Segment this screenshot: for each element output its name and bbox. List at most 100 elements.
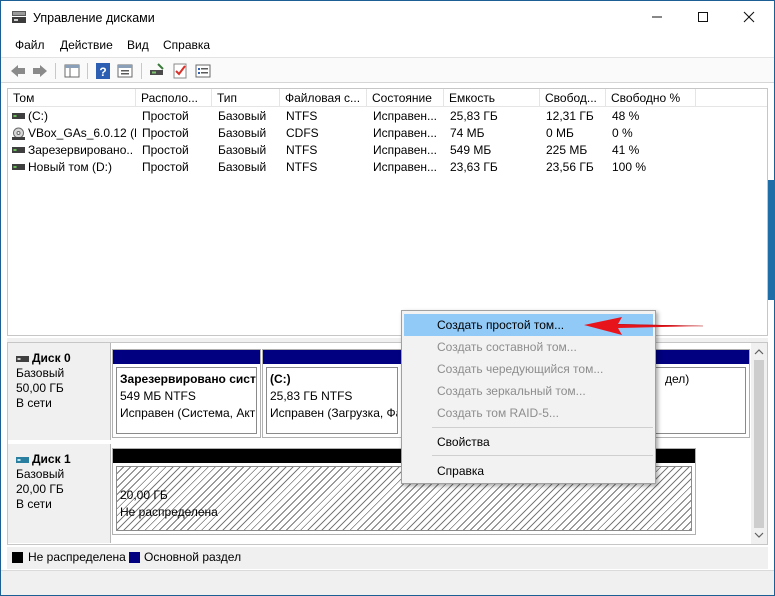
disk-1-type: Базовый bbox=[16, 467, 65, 481]
drive-icon bbox=[12, 164, 25, 170]
volume-capacity: 23,63 ГБ bbox=[450, 160, 498, 174]
disk-management-app-icon bbox=[12, 11, 26, 23]
volume-type: Базовый bbox=[218, 143, 267, 157]
disk-0-label[interactable]: Диск 0 Базовый 50,00 ГБ В сети bbox=[8, 343, 111, 440]
volume-capacity: 549 МБ bbox=[450, 143, 492, 157]
scrollbar-thumb[interactable] bbox=[754, 360, 764, 528]
volume-filesystem: CDFS bbox=[286, 126, 319, 140]
disk-0-name: Диск 0 bbox=[16, 351, 110, 366]
primary-partition-bar bbox=[263, 350, 401, 364]
column-header-status[interactable]: Состояние bbox=[367, 89, 444, 107]
status-bar bbox=[1, 570, 774, 595]
volume-free: 225 МБ bbox=[546, 143, 588, 157]
volume-row[interactable]: Зарезервировано... Простой Базовый NTFS … bbox=[8, 142, 767, 159]
volume-free-percent: 100 % bbox=[612, 160, 647, 174]
console-tree-icon[interactable] bbox=[63, 62, 81, 80]
annotation-arrow-icon bbox=[584, 317, 704, 335]
volume-capacity: 74 МБ bbox=[450, 126, 485, 140]
minimize-button[interactable] bbox=[634, 1, 680, 33]
volume-capacity: 25,83 ГБ bbox=[450, 109, 498, 123]
column-header-layout[interactable]: Располо... bbox=[136, 89, 212, 107]
volume-row[interactable]: (C:) Простой Базовый NTFS Исправен... 25… bbox=[8, 108, 767, 125]
volume-free: 23,56 ГБ bbox=[546, 160, 594, 174]
column-header-volume[interactable]: Том bbox=[8, 89, 136, 107]
volume-free: 0 МБ bbox=[546, 126, 574, 140]
primary-partition-bar bbox=[113, 350, 260, 364]
maximize-icon bbox=[698, 12, 708, 22]
partition-state: Исправен (Система, Акти bbox=[120, 406, 257, 420]
menu-item-create-striped-volume[interactable]: Создать чередующийся том... bbox=[404, 358, 653, 380]
column-header-type[interactable]: Тип bbox=[212, 89, 280, 107]
column-header-capacity[interactable]: Емкость bbox=[444, 89, 540, 107]
toolbar-separator bbox=[141, 63, 142, 79]
volume-name: Зарезервировано... bbox=[28, 143, 134, 157]
volume-free: 12,31 ГБ bbox=[546, 109, 594, 123]
volume-name: VBox_GAs_6.0.12 (E:) bbox=[28, 126, 136, 140]
help-icon[interactable]: ? bbox=[94, 62, 112, 80]
drive-icon bbox=[12, 113, 25, 119]
properties-icon[interactable] bbox=[116, 62, 134, 80]
volume-filesystem: NTFS bbox=[286, 143, 318, 157]
menu-bar: Файл Действие Вид Справка bbox=[1, 35, 774, 55]
menu-file[interactable]: Файл bbox=[15, 38, 45, 52]
legend-bar: Не распределена Основной раздел bbox=[7, 547, 768, 569]
menu-view[interactable]: Вид bbox=[127, 38, 149, 52]
volume-type: Базовый bbox=[218, 109, 267, 123]
volume-type: Базовый bbox=[218, 160, 267, 174]
column-header-free-percent[interactable]: Свободно % bbox=[606, 89, 696, 107]
menu-item-help[interactable]: Справка bbox=[404, 460, 653, 482]
forward-icon[interactable] bbox=[31, 62, 49, 80]
list-view-icon[interactable] bbox=[194, 62, 212, 80]
volume-filesystem: NTFS bbox=[286, 109, 318, 123]
volume-status: Исправен... bbox=[373, 143, 438, 157]
volume-status: Исправен... bbox=[373, 126, 438, 140]
back-icon[interactable] bbox=[9, 62, 27, 80]
column-header-filesystem[interactable]: Файловая с... bbox=[280, 89, 367, 107]
menu-separator bbox=[432, 427, 653, 428]
window-title: Управление дисками bbox=[33, 11, 155, 25]
scroll-up-icon[interactable] bbox=[751, 345, 767, 359]
toolbar-separator bbox=[87, 63, 88, 79]
vertical-scrollbar[interactable] bbox=[751, 343, 767, 544]
maximize-button[interactable] bbox=[680, 1, 726, 33]
disk-1-label[interactable]: Диск 1 Базовый 20,00 ГБ В сети bbox=[8, 444, 111, 543]
volume-name: Новый том (D:) bbox=[28, 160, 112, 174]
menu-help[interactable]: Справка bbox=[163, 38, 210, 52]
menu-item-properties[interactable]: Свойства bbox=[404, 431, 653, 453]
menu-item-create-raid5-volume[interactable]: Создать том RAID-5... bbox=[404, 402, 653, 424]
desktop-edge bbox=[768, 180, 775, 300]
volume-layout: Простой bbox=[142, 109, 189, 123]
volume-row[interactable]: Новый том (D:) Простой Базовый NTFS Испр… bbox=[8, 159, 767, 176]
volume-free-percent: 0 % bbox=[612, 126, 633, 140]
disk-0-size: 50,00 ГБ bbox=[16, 381, 64, 395]
drive-icon bbox=[12, 147, 25, 153]
scroll-down-icon[interactable] bbox=[751, 528, 767, 542]
disk-management-window: Управление дисками Файл Действие Вид Спр… bbox=[0, 0, 775, 596]
column-header-free[interactable]: Свобод... bbox=[540, 89, 606, 107]
menu-action[interactable]: Действие bbox=[60, 38, 113, 52]
check-icon[interactable] bbox=[171, 62, 189, 80]
partition-title: Зарезервировано систе bbox=[120, 372, 257, 386]
volume-status: Исправен... bbox=[373, 160, 438, 174]
toolbar-separator bbox=[55, 63, 56, 79]
cd-icon bbox=[12, 127, 25, 140]
partition-size: 20,00 ГБ bbox=[120, 488, 168, 502]
svg-text:?: ? bbox=[99, 65, 106, 79]
partition-details: Зарезервировано систе 549 МБ NTFS Исправ… bbox=[116, 367, 257, 434]
partition-system-reserved[interactable]: Зарезервировано систе 549 МБ NTFS Исправ… bbox=[112, 349, 261, 438]
close-icon bbox=[743, 11, 755, 23]
disk-0-status: В сети bbox=[16, 396, 52, 410]
connect-drive-icon[interactable] bbox=[148, 62, 166, 80]
legend-unallocated-swatch bbox=[12, 552, 23, 563]
menu-item-create-mirrored-volume[interactable]: Создать зеркальный том... bbox=[404, 380, 653, 402]
partition-size: 25,83 ГБ NTFS bbox=[270, 389, 353, 403]
disk-1-size: 20,00 ГБ bbox=[16, 482, 64, 496]
partition-c-drive[interactable]: (C:) 25,83 ГБ NTFS Исправен (Загрузка, Ф… bbox=[262, 349, 402, 438]
minimize-icon bbox=[652, 16, 662, 18]
volume-name: (C:) bbox=[28, 109, 48, 123]
title-bar: Управление дисками bbox=[1, 1, 774, 34]
volume-row[interactable]: VBox_GAs_6.0.12 (E:) Простой Базовый CDF… bbox=[8, 125, 767, 142]
volume-status: Исправен... bbox=[373, 109, 438, 123]
close-button[interactable] bbox=[726, 1, 772, 33]
volume-list: Том Располо... Тип Файловая с... Состоян… bbox=[7, 88, 768, 336]
